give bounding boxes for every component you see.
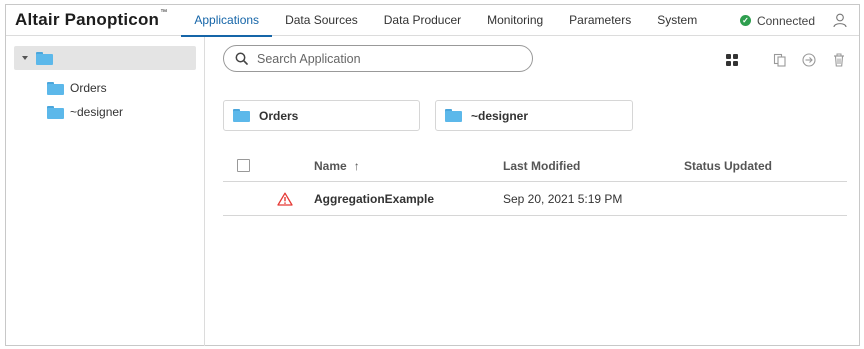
folder-icon (445, 109, 462, 122)
tab-data-sources[interactable]: Data Sources (272, 5, 371, 36)
user-icon[interactable] (833, 13, 847, 28)
column-header-last-modified[interactable]: Last Modified (503, 150, 580, 181)
folder-icon (36, 51, 53, 65)
delete-icon[interactable] (832, 53, 846, 67)
app-logo: Altair Panopticon ™ (15, 9, 168, 30)
tree-item-orders[interactable]: Orders (47, 81, 107, 95)
tab-system[interactable]: System (644, 5, 710, 36)
copy-icon[interactable] (773, 53, 787, 67)
move-icon[interactable] (802, 53, 816, 67)
table-header: Name ↑ Last Modified Status Updated (223, 150, 847, 182)
folder-tree-panel: Orders ~designer (6, 37, 205, 346)
sort-ascending-icon[interactable]: ↑ (354, 159, 360, 173)
column-header-name[interactable]: Name ↑ (314, 150, 360, 181)
folder-icon (47, 81, 64, 95)
search-box[interactable] (223, 45, 533, 72)
application-name[interactable]: AggregationExample (314, 182, 434, 215)
connection-status: ✓ Connected (739, 5, 815, 36)
tab-data-producer[interactable]: Data Producer (371, 5, 474, 36)
folder-card-designer[interactable]: ~designer (435, 100, 633, 131)
folder-card-label: Orders (259, 108, 299, 123)
folder-icon (233, 109, 250, 122)
tree-item-label: ~designer (70, 105, 124, 119)
check-circle-icon: ✓ (739, 15, 751, 26)
top-bar: Altair Panopticon ™ Applications Data Sou… (6, 5, 859, 37)
warning-icon (277, 192, 293, 206)
applications-table: Name ↑ Last Modified Status Updated Aggr… (223, 150, 847, 216)
caret-down-icon[interactable] (22, 56, 28, 60)
tree-item-label: Orders (70, 81, 107, 95)
grid-view-icon[interactable] (725, 53, 739, 67)
connection-status-label: Connected (756, 13, 815, 28)
folder-card-orders[interactable]: Orders (223, 100, 420, 131)
tree-item-designer[interactable]: ~designer (47, 105, 123, 119)
tab-parameters[interactable]: Parameters (556, 5, 644, 36)
search-input[interactable] (257, 51, 507, 66)
folder-icon (47, 105, 64, 119)
select-all-checkbox[interactable] (237, 159, 250, 172)
last-modified-value: Sep 20, 2021 5:19 PM (503, 191, 623, 206)
main-nav: Applications Data Sources Data Producer … (181, 5, 710, 37)
column-header-status-updated[interactable]: Status Updated (684, 150, 772, 181)
trademark: ™ (160, 9, 168, 16)
tab-applications[interactable]: Applications (181, 5, 272, 37)
app-window: Altair Panopticon ™ Applications Data Sou… (5, 4, 860, 346)
column-name-label: Name (314, 158, 347, 173)
tree-root-item[interactable] (14, 46, 196, 70)
select-all-cell (237, 150, 250, 181)
folder-card-label: ~designer (471, 108, 529, 123)
search-icon (235, 52, 248, 65)
app-name: Altair Panopticon (15, 10, 160, 29)
tab-monitoring[interactable]: Monitoring (474, 5, 556, 36)
table-row[interactable]: AggregationExample Sep 20, 2021 5:19 PM (223, 182, 847, 216)
status-cell (277, 182, 293, 215)
